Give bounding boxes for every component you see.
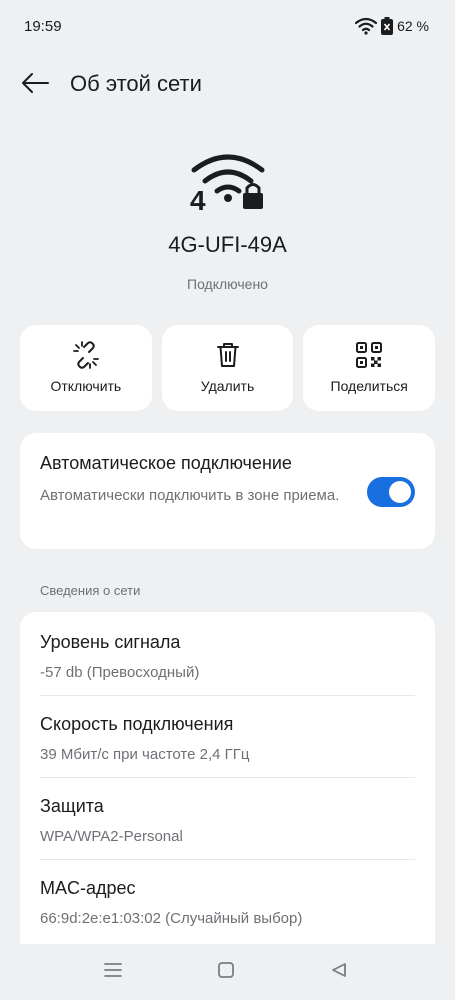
toggle-knob (389, 481, 411, 503)
action-buttons: Отключить Удалить Поделиться (20, 325, 436, 411)
mac-address-row: MAC-адрес 66:9d:2e:e1:03:02 (Случайный в… (40, 860, 415, 942)
navigation-bar (0, 944, 455, 1000)
app-header: Об этой сети (0, 62, 455, 106)
auto-connect-toggle[interactable] (367, 477, 415, 507)
auto-connect-description: Автоматически подключить в зоне приема. (40, 487, 340, 504)
wifi-status-icon (355, 17, 378, 35)
battery-level: 62 % (397, 18, 429, 34)
detail-title: Скорость подключения (40, 714, 234, 734)
back-button[interactable] (18, 68, 52, 102)
share-button[interactable]: Поделиться (303, 325, 436, 411)
menu-lines-icon (103, 962, 123, 983)
security-row: Защита WPA/WPA2-Personal (40, 778, 415, 860)
status-indicators: 62 % (355, 17, 429, 35)
triangle-back-icon (330, 961, 348, 984)
recent-apps-button[interactable] (99, 958, 127, 986)
detail-value: 39 Мбит/с при частоте 2,4 ГГц (40, 746, 250, 763)
auto-connect-title: Автоматическое подключение (40, 453, 292, 473)
detail-title: Защита (40, 796, 104, 816)
detail-title: Уровень сигнала (40, 632, 181, 652)
trash-icon (214, 341, 242, 369)
wifi-4g-lock-icon: 4 (188, 150, 268, 216)
status-bar: 19:59 62 % (0, 0, 455, 54)
signal-strength-row: Уровень сигнала -57 db (Превосходный) (40, 614, 415, 696)
share-label: Поделиться (330, 378, 408, 394)
network-status: Подключено (187, 276, 268, 292)
auto-connect-card[interactable]: Автоматическое подключение Автоматически… (20, 433, 435, 549)
detail-value: -57 db (Превосходный) (40, 664, 200, 681)
unlink-icon (72, 341, 100, 369)
network-details-section-label: Сведения о сети (40, 583, 141, 598)
detail-value: WPA/WPA2-Personal (40, 828, 183, 845)
disconnect-button[interactable]: Отключить (20, 325, 152, 411)
detail-value: 66:9d:2e:e1:03:02 (Случайный выбор) (40, 910, 303, 927)
detail-title: MAC-адрес (40, 878, 136, 898)
battery-icon (381, 17, 394, 35)
arrow-left-icon (21, 72, 49, 99)
disconnect-label: Отключить (50, 378, 122, 394)
back-nav-button[interactable] (325, 958, 353, 986)
delete-button[interactable]: Удалить (161, 325, 294, 411)
network-details-card: Уровень сигнала -57 db (Превосходный) Ск… (20, 612, 435, 952)
network-name: 4G-UFI-49A (168, 232, 287, 257)
qr-code-icon (355, 341, 383, 369)
square-icon (217, 961, 235, 984)
delete-label: Удалить (200, 378, 255, 394)
page-title: Об этой сети (70, 71, 202, 96)
status-time: 19:59 (24, 18, 62, 35)
home-button[interactable] (212, 958, 240, 986)
link-speed-row: Скорость подключения 39 Мбит/с при часто… (40, 696, 415, 778)
network-type-label: 4 (190, 185, 206, 214)
